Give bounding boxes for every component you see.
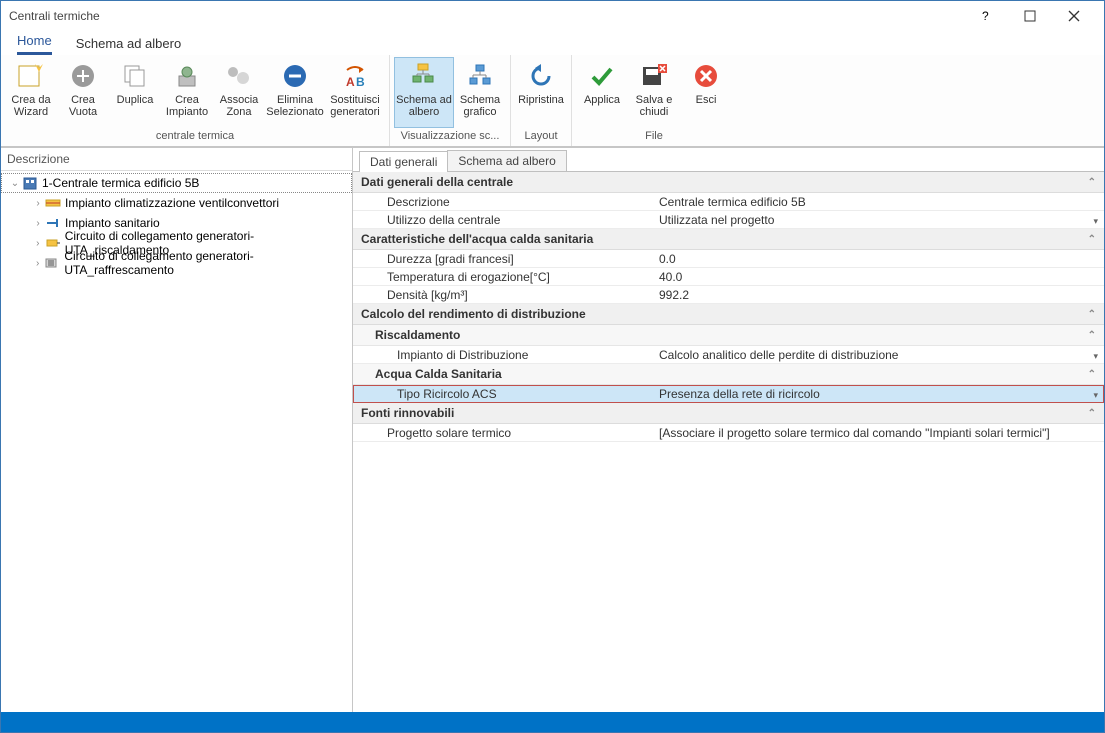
btn-crea-vuota[interactable]: Crea Vuota bbox=[57, 57, 109, 128]
tree-item-label: Impianto climatizzazione ventilconvettor… bbox=[65, 196, 279, 210]
window-title: Centrali termiche bbox=[9, 9, 964, 23]
tree-item[interactable]: › Impianto climatizzazione ventilconvett… bbox=[1, 193, 352, 213]
property-tabs: Dati generali Schema ad albero bbox=[353, 150, 1104, 172]
prop-tab-schema[interactable]: Schema ad albero bbox=[447, 150, 566, 171]
subsection-header[interactable]: Riscaldamento⌃ bbox=[353, 325, 1104, 346]
tree-item-label: Circuito di collegamento generatori- UTA… bbox=[64, 249, 352, 277]
expander-icon[interactable]: › bbox=[31, 198, 45, 209]
check-icon bbox=[586, 60, 618, 92]
property-grid: Dati generali della centrale⌃ Descrizion… bbox=[353, 172, 1104, 712]
ribbon-group-file: Applica Salva e chiudi Esci File bbox=[572, 55, 736, 146]
btn-salva-chiudi[interactable]: Salva e chiudi bbox=[628, 57, 680, 128]
ribbon-tabs: Home Schema ad albero bbox=[1, 31, 1104, 55]
prop-row-selected[interactable]: Tipo Ricircolo ACSPresenza della rete di… bbox=[353, 385, 1104, 403]
ribbon-group-layout: Ripristina Layout bbox=[511, 55, 572, 146]
dropdown-icon[interactable]: ▾ bbox=[1093, 390, 1098, 401]
prop-row[interactable]: DescrizioneCentrale termica edificio 5B bbox=[353, 193, 1104, 211]
diagram-icon bbox=[464, 60, 496, 92]
ribbon-group-label: File bbox=[576, 128, 732, 146]
prop-tab-generali[interactable]: Dati generali bbox=[359, 151, 448, 172]
btn-ripristina[interactable]: Ripristina bbox=[515, 57, 567, 128]
expander-icon[interactable]: ⌄ bbox=[8, 178, 22, 189]
chevron-up-icon: ⌃ bbox=[1088, 309, 1096, 320]
close-circle-icon bbox=[690, 60, 722, 92]
btn-duplica[interactable]: Duplica bbox=[109, 57, 161, 128]
ribbon-group-label: centrale termica bbox=[5, 128, 385, 146]
plant-icon bbox=[171, 60, 203, 92]
chevron-up-icon: ⌃ bbox=[1088, 330, 1096, 341]
prop-row[interactable]: Durezza [gradi francesi]0.0 bbox=[353, 250, 1104, 268]
ribbon-group-label: Layout bbox=[515, 128, 567, 146]
expander-icon[interactable]: › bbox=[31, 258, 44, 269]
ribbon-group-visualizzazione: Schema ad albero Schema grafico Visualiz… bbox=[390, 55, 511, 146]
section-header[interactable]: Calcolo del rendimento di distribuzione⌃ bbox=[353, 304, 1104, 325]
property-pane: Dati generali Schema ad albero Dati gene… bbox=[353, 148, 1104, 712]
ribbon-group-label: Visualizzazione sc... bbox=[394, 128, 506, 146]
circuit-heat-icon bbox=[45, 235, 61, 251]
prop-row[interactable]: Densità [kg/m³]992.2 bbox=[353, 286, 1104, 304]
svg-text:?: ? bbox=[982, 10, 989, 22]
minus-circle-icon bbox=[279, 60, 311, 92]
duplicate-icon bbox=[119, 60, 151, 92]
btn-elimina[interactable]: Elimina Selezionato bbox=[265, 57, 325, 128]
prop-row[interactable]: Impianto di DistribuzioneCalcolo analiti… bbox=[353, 346, 1104, 364]
btn-associa-zona[interactable]: Associa Zona bbox=[213, 57, 265, 128]
tree: ⌄ 1-Centrale termica edificio 5B › Impia… bbox=[1, 171, 352, 712]
undo-icon bbox=[525, 60, 557, 92]
close-button[interactable] bbox=[1052, 1, 1096, 31]
hvac-icon bbox=[45, 195, 61, 211]
prop-row[interactable]: Progetto solare termico[Associare il pro… bbox=[353, 424, 1104, 442]
ribbon-group-centrale: Crea da Wizard Crea Vuota Duplica Crea I… bbox=[1, 55, 390, 146]
svg-text:A: A bbox=[346, 75, 355, 89]
expander-icon[interactable]: › bbox=[31, 218, 45, 229]
wizard-icon bbox=[15, 60, 47, 92]
ribbon-tab-home[interactable]: Home bbox=[17, 33, 52, 55]
prop-row[interactable]: Utilizzo della centraleUtilizzata nel pr… bbox=[353, 211, 1104, 229]
svg-text:B: B bbox=[356, 75, 365, 89]
btn-crea-wizard[interactable]: Crea da Wizard bbox=[5, 57, 57, 128]
plus-circle-icon bbox=[67, 60, 99, 92]
btn-schema-albero[interactable]: Schema ad albero bbox=[394, 57, 454, 128]
subsection-header[interactable]: Acqua Calda Sanitaria⌃ bbox=[353, 364, 1104, 385]
tree-item[interactable]: › Circuito di collegamento generatori- U… bbox=[1, 253, 352, 273]
expander-icon[interactable]: › bbox=[31, 238, 45, 249]
btn-schema-grafico[interactable]: Schema grafico bbox=[454, 57, 506, 128]
maximize-button[interactable] bbox=[1008, 1, 1052, 31]
prop-row[interactable]: Temperatura di erogazione[°C]40.0 bbox=[353, 268, 1104, 286]
chevron-up-icon: ⌃ bbox=[1088, 408, 1096, 419]
tree-header: Descrizione bbox=[1, 148, 352, 171]
tree-item-label: Impianto sanitario bbox=[65, 216, 160, 230]
dropdown-icon[interactable]: ▾ bbox=[1093, 216, 1098, 227]
btn-sostituisci[interactable]: AB Sostituisci generatori bbox=[325, 57, 385, 128]
tree-root-label: 1-Centrale termica edificio 5B bbox=[42, 176, 199, 190]
btn-crea-impianto[interactable]: Crea Impianto bbox=[161, 57, 213, 128]
tree-icon bbox=[408, 60, 440, 92]
save-close-icon bbox=[638, 60, 670, 92]
chevron-up-icon: ⌃ bbox=[1088, 369, 1096, 380]
ribbon-tab-schema[interactable]: Schema ad albero bbox=[76, 36, 182, 55]
titlebar: Centrali termiche ? bbox=[1, 1, 1104, 31]
btn-applica[interactable]: Applica bbox=[576, 57, 628, 128]
replace-icon: AB bbox=[339, 60, 371, 92]
section-header[interactable]: Fonti rinnovabili⌃ bbox=[353, 403, 1104, 424]
section-header[interactable]: Caratteristiche dell'acqua calda sanitar… bbox=[353, 229, 1104, 250]
zone-icon bbox=[223, 60, 255, 92]
building-icon bbox=[22, 175, 38, 191]
sanitary-icon bbox=[45, 215, 61, 231]
ribbon: Crea da Wizard Crea Vuota Duplica Crea I… bbox=[1, 55, 1104, 147]
help-button[interactable]: ? bbox=[964, 1, 1008, 31]
tree-root[interactable]: ⌄ 1-Centrale termica edificio 5B bbox=[1, 173, 352, 193]
chevron-up-icon: ⌃ bbox=[1088, 177, 1096, 188]
section-header[interactable]: Dati generali della centrale⌃ bbox=[353, 172, 1104, 193]
btn-esci[interactable]: Esci bbox=[680, 57, 732, 128]
tree-pane: Descrizione ⌄ 1-Centrale termica edifici… bbox=[1, 148, 353, 712]
content-area: Descrizione ⌄ 1-Centrale termica edifici… bbox=[1, 147, 1104, 712]
chevron-up-icon: ⌃ bbox=[1088, 234, 1096, 245]
status-bar bbox=[1, 712, 1104, 732]
circuit-cool-icon bbox=[44, 255, 60, 271]
dropdown-icon[interactable]: ▾ bbox=[1093, 351, 1098, 362]
